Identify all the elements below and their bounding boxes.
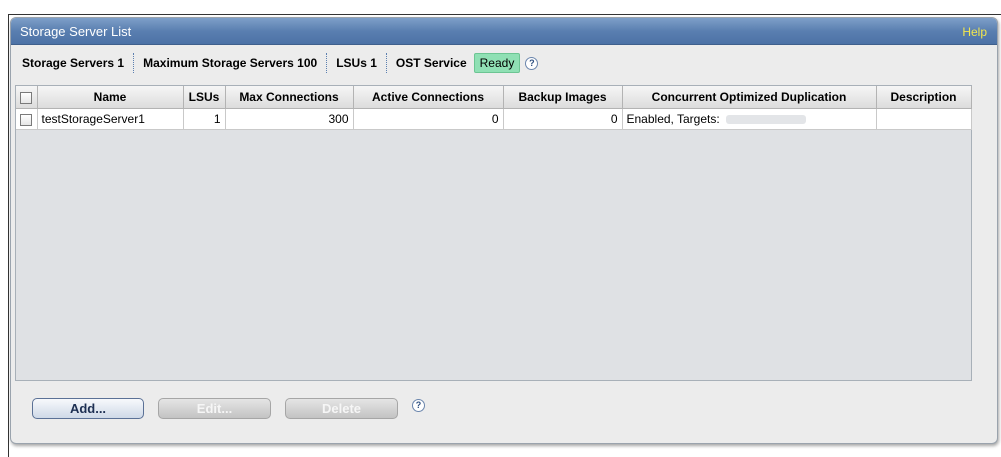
storage-servers-value: 1 bbox=[117, 56, 125, 70]
column-header-concurrent-optimized-duplication[interactable]: Concurrent Optimized Duplication bbox=[622, 86, 877, 109]
row-checkbox[interactable] bbox=[20, 113, 33, 126]
ost-service-label: OST Service bbox=[395, 56, 467, 70]
help-link[interactable]: Help bbox=[962, 25, 987, 39]
row-select-cell[interactable] bbox=[16, 108, 38, 130]
max-storage-servers-label: Maximum Storage Servers bbox=[143, 56, 294, 70]
divider bbox=[385, 53, 387, 73]
lsus-label: LSUs bbox=[336, 56, 367, 70]
column-header-max-connections[interactable]: Max Connections bbox=[225, 86, 354, 109]
storage-servers-label: Storage Servers bbox=[22, 56, 115, 70]
panel-header: Storage Server List Help bbox=[11, 18, 997, 45]
ost-status-badge: Ready bbox=[473, 53, 521, 73]
column-header-name[interactable]: Name bbox=[37, 86, 184, 109]
lsus-value: 1 bbox=[370, 56, 377, 70]
divider bbox=[326, 53, 328, 73]
question-circle-icon[interactable]: ? bbox=[525, 56, 539, 70]
storage-server-table: Name LSUs Max Connections Active Connect… bbox=[15, 85, 972, 381]
cell-backup-images: 0 bbox=[503, 108, 623, 130]
column-header-backup-images[interactable]: Backup Images bbox=[503, 86, 623, 109]
question-circle-icon[interactable]: ? bbox=[412, 399, 425, 412]
stats-bar: Storage Servers 1 Maximum Storage Server… bbox=[22, 53, 539, 73]
table-row[interactable]: testStorageServer1 1 300 0 0 Enabled, Ta… bbox=[16, 108, 972, 130]
column-header-active-connections[interactable]: Active Connections bbox=[353, 86, 504, 109]
add-button[interactable]: Add... bbox=[32, 398, 144, 419]
cell-concurrent-optimized-duplication: Enabled, Targets: bbox=[622, 108, 877, 130]
table-header-row: Name LSUs Max Connections Active Connect… bbox=[16, 86, 972, 109]
panel-title: Storage Server List bbox=[20, 24, 132, 39]
cell-description bbox=[876, 108, 972, 130]
cell-lsus: 1 bbox=[183, 108, 226, 130]
edit-button[interactable]: Edit... bbox=[158, 398, 271, 419]
redacted-target-address bbox=[725, 115, 806, 125]
select-all-checkbox[interactable] bbox=[20, 91, 33, 104]
cell-active-connections: 0 bbox=[353, 108, 504, 130]
cell-max-connections: 300 bbox=[225, 108, 354, 130]
divider bbox=[133, 53, 135, 73]
column-header-description[interactable]: Description bbox=[876, 86, 972, 109]
max-storage-servers-value: 100 bbox=[297, 56, 318, 70]
delete-button[interactable]: Delete bbox=[285, 398, 398, 419]
cell-name: testStorageServer1 bbox=[37, 108, 184, 130]
column-header-lsus[interactable]: LSUs bbox=[183, 86, 226, 109]
select-all-header[interactable] bbox=[16, 86, 38, 109]
duplication-status-text: Enabled, Targets: bbox=[626, 112, 720, 126]
